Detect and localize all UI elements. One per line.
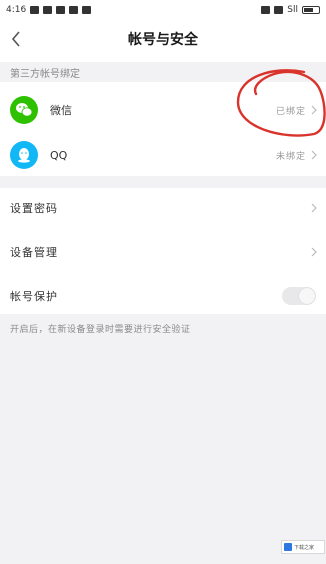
qq-status: 未绑定 (275, 151, 306, 162)
back-button[interactable] (6, 28, 26, 50)
toggle-knob (299, 288, 315, 304)
device-management-label: 设备管理 (10, 246, 58, 259)
chevron-right-icon (311, 150, 317, 160)
page-title: 帐号与安全 (128, 32, 198, 48)
notification-icon (30, 6, 40, 14)
alarm-icon (274, 6, 284, 14)
wechat-label: 微信 (50, 104, 72, 117)
wechat-icon (10, 96, 38, 124)
section-divider (0, 176, 326, 188)
footer-band (0, 314, 326, 564)
status-left-group: 4:16 (6, 5, 92, 15)
set-password-row[interactable]: 设置密码 (0, 188, 326, 228)
qq-label: QQ (50, 148, 68, 162)
qq-icon (10, 141, 38, 169)
battery-icon (302, 6, 320, 14)
chevron-right-icon (311, 203, 317, 213)
chevron-left-icon (11, 31, 20, 47)
mail-icon (82, 6, 92, 14)
status-right-group: Sll (261, 5, 320, 15)
account-protection-label: 帐号保护 (10, 290, 58, 303)
wechat-glyph (16, 103, 33, 117)
status-bar: 4:16 Sll (0, 0, 326, 20)
location-icon (69, 6, 79, 14)
signal-text: Sll (287, 5, 298, 15)
qq-glyph (18, 148, 30, 163)
watermark-logo: 下载之家 (281, 540, 325, 554)
header: 帐号与安全 (0, 20, 326, 58)
message-icon (43, 6, 53, 14)
status-time: 4:16 (6, 5, 27, 15)
chevron-right-icon (311, 247, 317, 257)
section-label: 第三方帐号绑定 (10, 68, 80, 80)
device-management-row[interactable]: 设备管理 (0, 232, 326, 272)
account-protection-row: 帐号保护 (0, 276, 326, 316)
set-password-label: 设置密码 (10, 202, 58, 215)
watermark-icon (284, 543, 292, 551)
app-icon (56, 6, 66, 14)
watermark-text: 下载之家 (294, 544, 315, 551)
red-annotation-circle (236, 69, 326, 137)
vibrate-icon (261, 6, 271, 14)
account-protection-toggle[interactable] (282, 287, 316, 305)
protection-note: 开启后，在新设备登录时需要进行安全验证 (10, 325, 191, 335)
